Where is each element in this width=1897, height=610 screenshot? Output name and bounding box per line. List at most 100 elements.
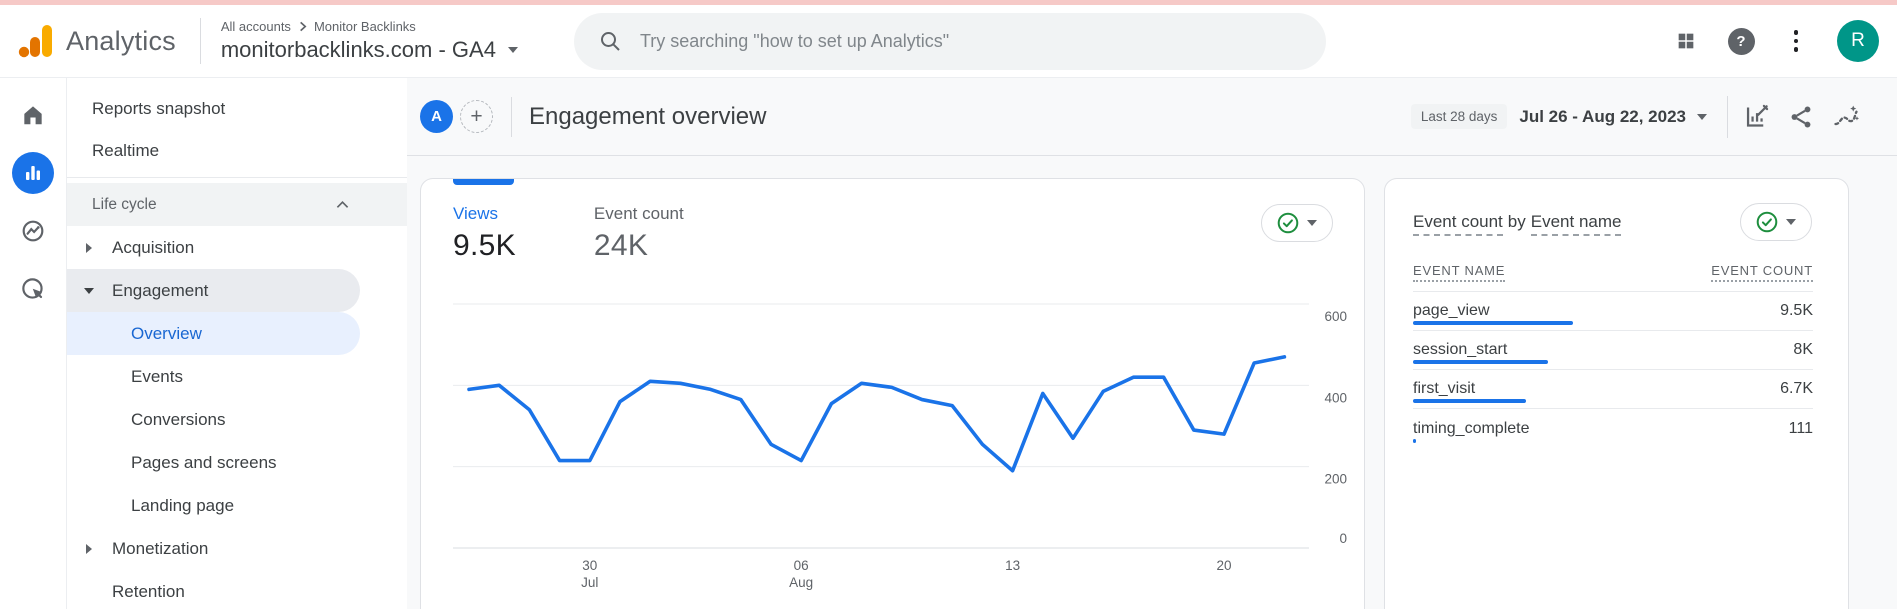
header-actions: ? R bbox=[1672, 20, 1897, 62]
event-count: 8K bbox=[1793, 341, 1813, 359]
advertising-icon bbox=[20, 276, 46, 302]
event-count-bar bbox=[1413, 439, 1416, 443]
ga4-app-window: Analytics All accounts Monitor Backlinks… bbox=[0, 0, 1897, 610]
page-title: Engagement overview bbox=[529, 103, 766, 131]
sidebar-item-pages-and-screens[interactable]: Pages and screens bbox=[67, 441, 407, 484]
svg-text:200: 200 bbox=[1324, 472, 1347, 487]
kebab-menu-icon bbox=[1784, 30, 1808, 52]
rail-reports-button[interactable] bbox=[12, 152, 54, 194]
analytics-home-link[interactable]: Analytics bbox=[16, 21, 176, 61]
app-header: Analytics All accounts Monitor Backlinks… bbox=[0, 5, 1897, 78]
customize-report-button[interactable] bbox=[1742, 103, 1770, 131]
search-input[interactable] bbox=[640, 31, 1302, 52]
comparison-chip-a[interactable]: A bbox=[420, 100, 453, 133]
dimension-selector[interactable]: Event name bbox=[1531, 212, 1622, 236]
event-count: 111 bbox=[1789, 420, 1813, 438]
more-options-button[interactable] bbox=[1782, 27, 1810, 55]
event-count-bar bbox=[1413, 360, 1548, 364]
rail-advertising-button[interactable] bbox=[12, 268, 54, 310]
brand-name: Analytics bbox=[66, 26, 176, 57]
svg-text:13: 13 bbox=[1005, 558, 1020, 573]
data-quality-dropdown[interactable] bbox=[1261, 204, 1333, 242]
account-breadcrumb-block: All accounts Monitor Backlinks monitorba… bbox=[221, 19, 518, 63]
sidebar-divider bbox=[67, 177, 407, 178]
chevron-down-icon bbox=[1307, 220, 1317, 226]
svg-text:20: 20 bbox=[1216, 558, 1231, 573]
table-row[interactable]: timing_complete 111 bbox=[1413, 409, 1813, 448]
date-range-picker[interactable]: Jul 26 - Aug 22, 2023 bbox=[1519, 107, 1707, 127]
rail-explore-button[interactable] bbox=[12, 210, 54, 252]
sidebar-collection-life-cycle[interactable]: Life cycle bbox=[67, 183, 407, 226]
sidebar-item-overview[interactable]: Overview bbox=[67, 312, 360, 355]
insights-sparkline-icon bbox=[1832, 103, 1860, 131]
sidebar-item-events[interactable]: Events bbox=[67, 355, 407, 398]
svg-text:0: 0 bbox=[1339, 531, 1347, 546]
search-bar[interactable] bbox=[574, 13, 1326, 70]
svg-text:400: 400 bbox=[1324, 390, 1347, 405]
insights-button[interactable] bbox=[1832, 103, 1860, 131]
breadcrumb[interactable]: All accounts Monitor Backlinks bbox=[221, 19, 518, 34]
google-analytics-logo-icon bbox=[16, 21, 56, 61]
svg-text:30: 30 bbox=[582, 558, 597, 573]
table-row[interactable]: first_visit 6.7K bbox=[1413, 370, 1813, 409]
check-circle-icon bbox=[1756, 211, 1778, 233]
sidebar-item-landing-page[interactable]: Landing page bbox=[67, 484, 407, 527]
explore-icon bbox=[20, 218, 46, 244]
event-name[interactable]: timing_complete bbox=[1413, 420, 1530, 438]
card-title: Event countbyEvent name bbox=[1413, 212, 1621, 232]
column-header-event-count[interactable]: EVENT COUNT bbox=[1711, 263, 1813, 282]
sidebar-item-reports-snapshot[interactable]: Reports snapshot bbox=[67, 88, 407, 130]
report-cards: Views 9.5K Event count 24K 0 200 400 600 30 J… bbox=[407, 156, 1897, 609]
sidebar-item-engagement[interactable]: Engagement bbox=[67, 269, 360, 312]
views-chart-card: Views 9.5K Event count 24K 0 200 400 600 30 J… bbox=[420, 178, 1365, 609]
sidebar-item-conversions[interactable]: Conversions bbox=[67, 398, 407, 441]
collapse-arrow-icon bbox=[84, 288, 94, 294]
table-row[interactable]: page_view 9.5K bbox=[1413, 292, 1813, 331]
column-header-event-name[interactable]: EVENT NAME bbox=[1413, 263, 1505, 282]
sidebar-item-acquisition[interactable]: Acquisition bbox=[67, 226, 407, 269]
share-icon bbox=[1788, 104, 1814, 130]
svg-text:600: 600 bbox=[1324, 309, 1347, 324]
breadcrumb-all-accounts[interactable]: All accounts bbox=[221, 19, 291, 34]
chevron-up-icon bbox=[336, 200, 349, 209]
help-button[interactable]: ? bbox=[1727, 27, 1755, 55]
share-report-button[interactable] bbox=[1787, 103, 1815, 131]
breadcrumb-account[interactable]: Monitor Backlinks bbox=[314, 19, 416, 34]
svg-text:06: 06 bbox=[794, 558, 809, 573]
views-line-chart[interactable]: 020040060030Jul06Aug1320 bbox=[421, 289, 1366, 609]
chevron-down-icon bbox=[1697, 114, 1707, 120]
add-comparison-button[interactable]: + bbox=[460, 100, 493, 133]
metric-views-tab[interactable]: Views 9.5K bbox=[453, 204, 516, 263]
chevron-right-icon bbox=[297, 21, 308, 32]
event-name[interactable]: first_visit bbox=[1413, 380, 1475, 398]
sidebar-item-realtime[interactable]: Realtime bbox=[67, 130, 407, 172]
rail-home-button[interactable] bbox=[12, 94, 54, 136]
event-count: 9.5K bbox=[1780, 302, 1813, 320]
data-quality-dropdown[interactable] bbox=[1740, 203, 1812, 241]
report-header: A + Engagement overview Last 28 days Jul… bbox=[407, 78, 1897, 156]
property-selector[interactable]: monitorbacklinks.com - GA4 bbox=[221, 37, 518, 63]
search-icon bbox=[598, 29, 622, 53]
sidebar-item-monetization[interactable]: Monetization bbox=[67, 527, 407, 570]
metric-event-count-tab[interactable]: Event count 24K bbox=[594, 204, 684, 263]
reports-sidebar: Reports snapshot Realtime Life cycle Acq… bbox=[67, 78, 407, 609]
home-icon bbox=[20, 102, 46, 128]
event-name[interactable]: page_view bbox=[1413, 302, 1490, 320]
event-count-bar bbox=[1413, 399, 1526, 403]
apps-grid-button[interactable] bbox=[1672, 27, 1700, 55]
chevron-down-icon bbox=[508, 47, 518, 53]
table-row[interactable]: session_start 8K bbox=[1413, 331, 1813, 370]
expand-arrow-icon bbox=[86, 243, 92, 253]
svg-text:Jul: Jul bbox=[581, 575, 598, 590]
collection-label: Life cycle bbox=[92, 196, 157, 214]
edit-chart-icon bbox=[1743, 103, 1770, 130]
metric-selector[interactable]: Event count bbox=[1413, 212, 1503, 236]
help-icon: ? bbox=[1728, 28, 1755, 55]
left-icon-rail bbox=[0, 78, 67, 609]
active-metric-tab-indicator bbox=[453, 179, 514, 185]
event-name[interactable]: session_start bbox=[1413, 341, 1507, 359]
sidebar-item-retention[interactable]: Retention bbox=[67, 570, 407, 610]
avatar[interactable]: R bbox=[1837, 20, 1879, 62]
expand-arrow-icon bbox=[86, 544, 92, 554]
property-name: monitorbacklinks.com - GA4 bbox=[221, 37, 496, 63]
